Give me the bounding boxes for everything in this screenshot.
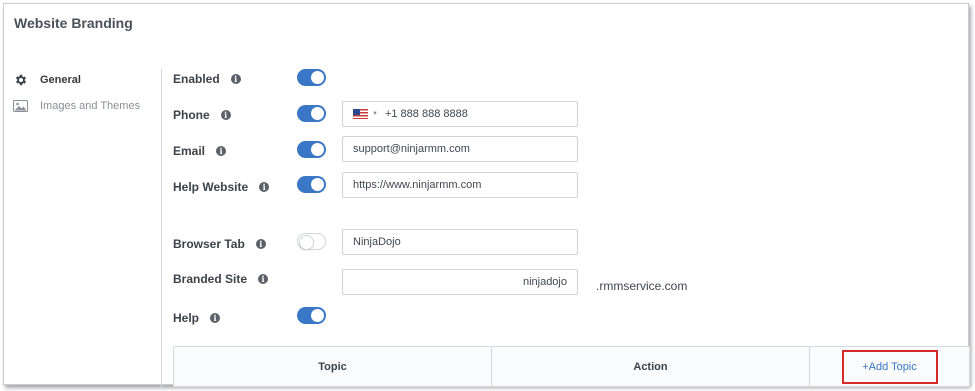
info-icon[interactable]: i: [220, 110, 231, 120]
browser-tab-label: Browser Tab i: [173, 237, 266, 251]
browser-tab-label-text: Browser Tab: [173, 237, 245, 251]
sidebar-item-images-and-themes[interactable]: Images and Themes: [13, 98, 140, 113]
help-topics-table: Topic Action +Add Topic: [173, 346, 970, 387]
help-label: Help i: [173, 311, 221, 325]
branded-site-label-text: Branded Site: [173, 272, 248, 286]
info-icon[interactable]: i: [216, 146, 227, 156]
chevron-down-icon[interactable]: ▼: [372, 111, 378, 117]
page-title: Website Branding: [14, 15, 133, 31]
phone-label: Phone i: [173, 108, 231, 122]
sidebar-item-general[interactable]: General: [13, 72, 81, 87]
info-icon[interactable]: i: [210, 313, 221, 323]
phone-input[interactable]: ▼ +1 888 888 8888: [342, 101, 578, 127]
enabled-toggle[interactable]: [297, 69, 326, 86]
enabled-label-text: Enabled: [173, 72, 220, 86]
sidebar-item-label: General: [40, 73, 81, 86]
info-icon[interactable]: i: [259, 182, 270, 192]
website-branding-panel: Website Branding General Images and Them…: [3, 3, 970, 389]
help-website-label: Help Website i: [173, 180, 270, 194]
help-website-toggle[interactable]: [297, 176, 326, 193]
image-icon: [13, 98, 28, 113]
help-website-input[interactable]: https://www.ninjarmm.com: [342, 172, 578, 198]
branded-site-value: ninjadojo: [522, 276, 567, 288]
branded-site-input[interactable]: ninjadojo: [342, 269, 578, 295]
info-icon[interactable]: i: [230, 74, 241, 84]
add-topic-button[interactable]: +Add Topic: [841, 349, 938, 384]
browser-tab-toggle[interactable]: [297, 233, 326, 250]
column-header-topic: Topic: [174, 347, 492, 386]
browser-tab-input[interactable]: NinjaDojo: [342, 229, 578, 255]
email-value: support@ninjarmm.com: [353, 143, 470, 155]
phone-value: +1 888 888 8888: [384, 108, 468, 120]
sidebar-divider: [161, 69, 162, 389]
gear-icon: [13, 72, 28, 87]
add-topic-cell: +Add Topic: [810, 347, 969, 386]
us-flag-icon[interactable]: [353, 109, 368, 119]
help-label-text: Help: [173, 311, 200, 325]
phone-label-text: Phone: [173, 108, 210, 122]
info-icon[interactable]: i: [258, 274, 269, 284]
browser-tab-value: NinjaDojo: [353, 236, 401, 248]
enabled-label: Enabled i: [173, 72, 241, 86]
email-label-text: Email: [173, 144, 206, 158]
email-label: Email i: [173, 144, 227, 158]
email-toggle[interactable]: [297, 141, 326, 158]
email-input[interactable]: support@ninjarmm.com: [342, 136, 578, 162]
info-icon[interactable]: i: [255, 239, 266, 249]
help-toggle[interactable]: [297, 307, 326, 324]
help-website-label-text: Help Website: [173, 180, 249, 194]
column-header-action: Action: [492, 347, 810, 386]
help-website-value: https://www.ninjarmm.com: [353, 179, 482, 191]
sidebar-item-label: Images and Themes: [40, 99, 141, 112]
branded-site-label: Branded Site i: [173, 272, 269, 286]
phone-toggle[interactable]: [297, 105, 326, 122]
branded-site-suffix: .rmmservice.com: [596, 279, 688, 293]
